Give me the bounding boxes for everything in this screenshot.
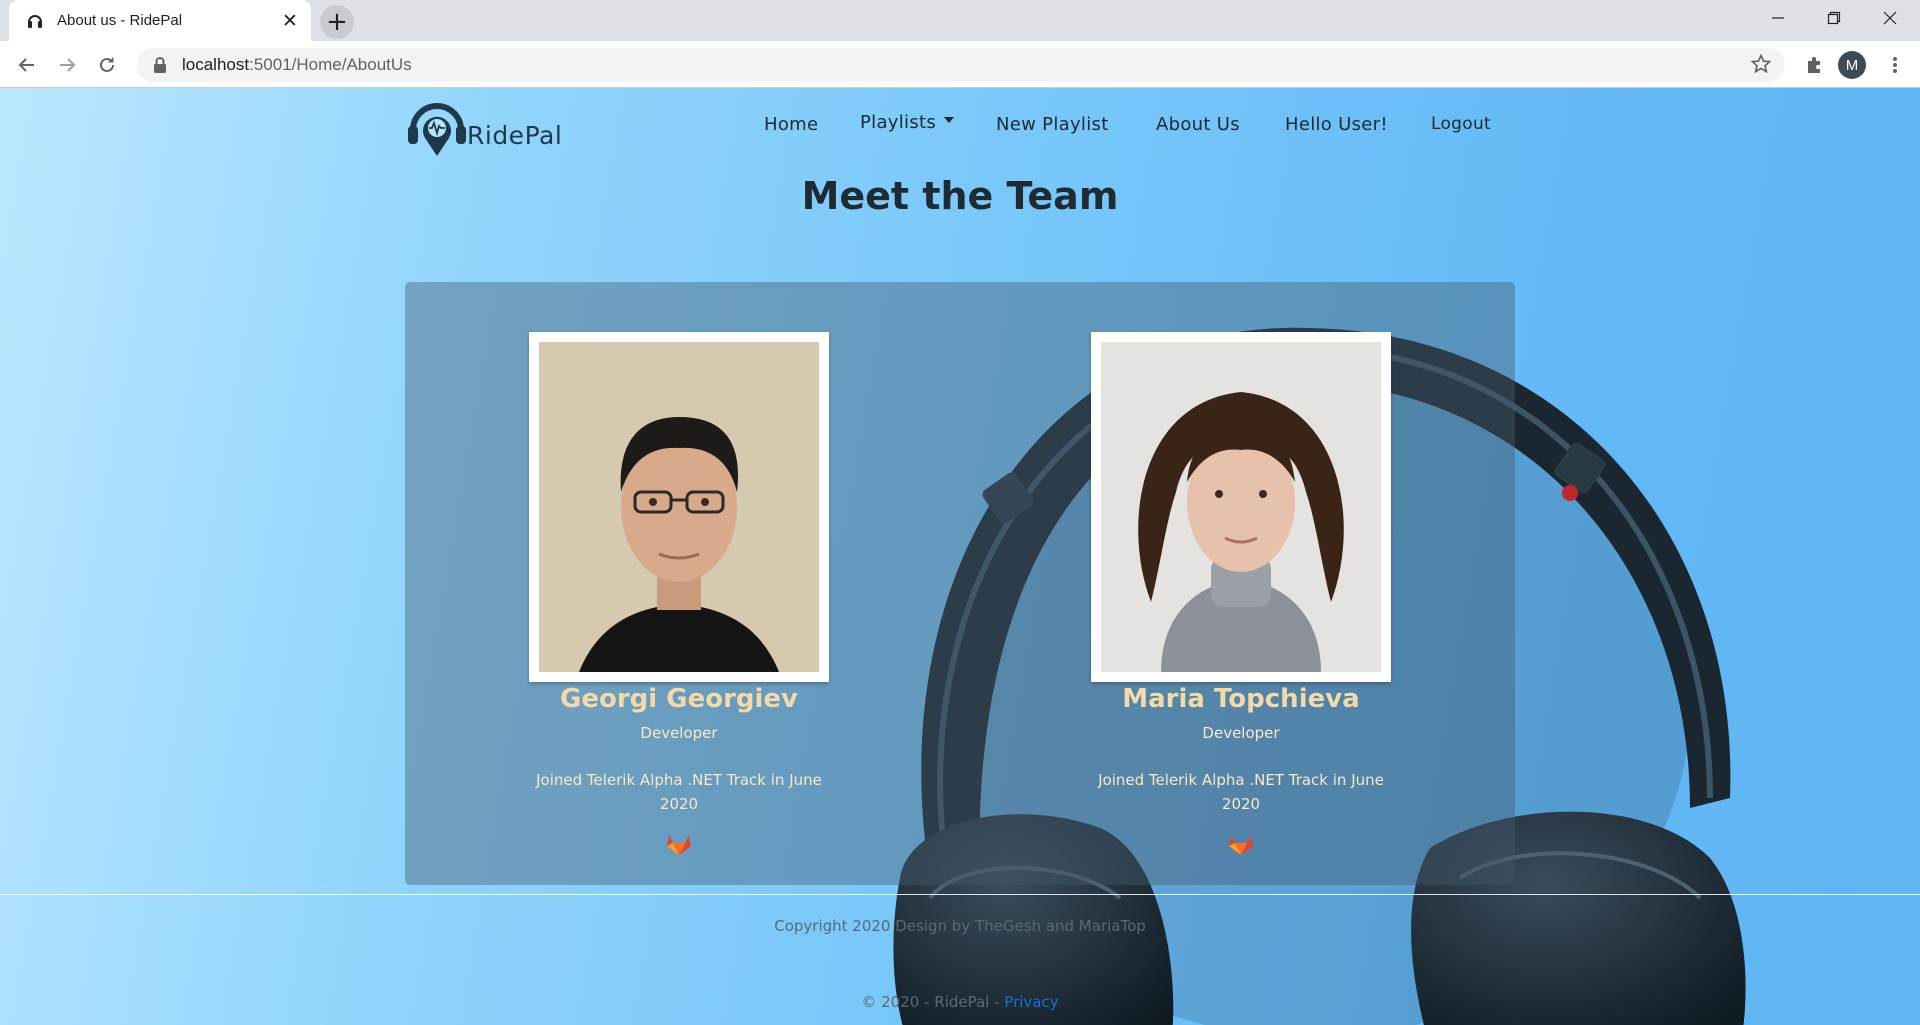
tab-title: About us - RidePal bbox=[57, 12, 183, 29]
restore-icon[interactable] bbox=[1806, 0, 1862, 36]
star-icon[interactable] bbox=[1750, 53, 1772, 79]
member-role: Developer bbox=[1202, 724, 1280, 742]
reload-icon[interactable] bbox=[90, 48, 124, 82]
footer-divider bbox=[0, 894, 1920, 895]
member-photo-frame bbox=[529, 332, 829, 682]
member-role: Developer bbox=[640, 724, 718, 742]
back-arrow-icon[interactable] bbox=[10, 48, 44, 82]
profile-avatar[interactable]: M bbox=[1838, 51, 1866, 79]
url-text: localhost:5001/Home/AboutUs bbox=[182, 55, 412, 74]
new-tab-button[interactable]: + bbox=[320, 5, 354, 39]
nav-playlists-dropdown[interactable]: Playlists bbox=[860, 112, 955, 133]
page-title: Meet the Team bbox=[801, 174, 1119, 218]
forward-arrow-icon[interactable] bbox=[50, 48, 84, 82]
page-content: RidePal Home Playlists New Playlist Abou… bbox=[0, 88, 1920, 1025]
extensions-icon[interactable] bbox=[1797, 48, 1831, 82]
site-logo[interactable]: RidePal bbox=[405, 102, 572, 156]
nav-playlists-label: Playlists bbox=[860, 112, 937, 133]
copyright-text: Copyright 2020 Design by TheGesh and Mar… bbox=[774, 917, 1146, 935]
lock-icon[interactable] bbox=[153, 57, 167, 73]
browser-toolbar: localhost:5001/Home/AboutUs M bbox=[0, 41, 1920, 88]
member-bio: Joined Telerik Alpha .NET Track in June … bbox=[1098, 771, 1384, 813]
close-window-icon[interactable] bbox=[1862, 0, 1918, 36]
footer-text: © 2020 - RidePal - bbox=[861, 993, 1005, 1011]
tab-close-icon[interactable]: ✕ bbox=[278, 9, 302, 33]
team-member-card: Maria Topchieva Developer Joined Telerik… bbox=[1081, 332, 1401, 856]
address-bar[interactable]: localhost:5001/Home/AboutUs bbox=[137, 48, 1785, 82]
member-photo bbox=[1101, 342, 1381, 672]
headphones-favicon-icon bbox=[26, 12, 44, 30]
chevron-down-icon bbox=[944, 117, 955, 123]
gitlab-icon[interactable] bbox=[666, 832, 692, 856]
member-name: Maria Topchieva bbox=[1122, 684, 1360, 714]
logo-text: RidePal bbox=[467, 121, 563, 150]
browser-tab-strip: About us - RidePal ✕ + bbox=[0, 0, 1920, 41]
team-member-card: Georgi Georgiev Developer Joined Telerik… bbox=[519, 332, 839, 856]
minimize-icon[interactable] bbox=[1750, 0, 1806, 36]
more-icon[interactable] bbox=[1878, 48, 1912, 82]
member-photo bbox=[539, 342, 819, 672]
nav-new-playlist[interactable]: New Playlist bbox=[996, 114, 1109, 135]
member-photo-frame bbox=[1091, 332, 1391, 682]
site-footer: © 2020 - RidePal - Privacy bbox=[0, 993, 1920, 1011]
nav-home[interactable]: Home bbox=[764, 114, 818, 135]
nav-about-us[interactable]: About Us bbox=[1156, 114, 1240, 135]
member-bio: Joined Telerik Alpha .NET Track in June … bbox=[536, 771, 822, 813]
browser-tab[interactable]: About us - RidePal ✕ bbox=[9, 0, 311, 41]
nav-hello-user[interactable]: Hello User! bbox=[1285, 114, 1388, 135]
privacy-link[interactable]: Privacy bbox=[1004, 993, 1058, 1011]
member-name: Georgi Georgiev bbox=[560, 684, 798, 714]
nav-logout[interactable]: Logout bbox=[1431, 114, 1491, 134]
gitlab-icon[interactable] bbox=[1228, 832, 1254, 856]
ridepal-logo-icon bbox=[408, 102, 466, 156]
